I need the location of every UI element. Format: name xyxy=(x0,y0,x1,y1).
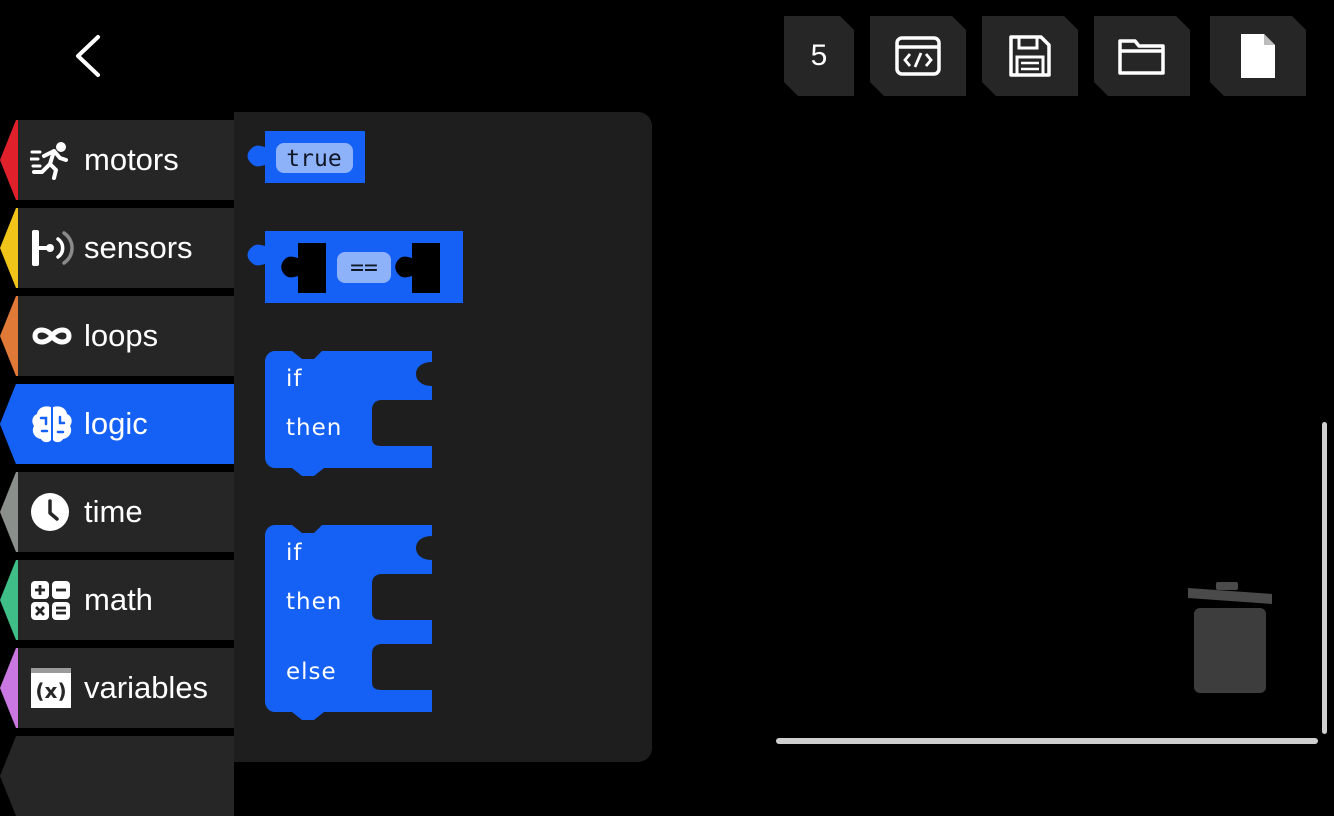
category-logic[interactable]: logic xyxy=(0,384,234,464)
category-label: sensors xyxy=(84,230,193,265)
category-sensors[interactable]: sensors xyxy=(0,208,234,288)
category-color-strip xyxy=(0,208,18,288)
code-window-icon xyxy=(894,35,942,77)
clock-icon xyxy=(31,493,69,531)
new-file-icon xyxy=(1238,31,1278,81)
variable-icon: (x) xyxy=(31,668,71,708)
code-view-button[interactable] xyxy=(870,16,966,96)
category-math[interactable]: math xyxy=(0,560,234,640)
category-label: logic xyxy=(84,406,148,441)
then-label: then xyxy=(286,589,342,615)
compare-operator: == xyxy=(350,255,378,281)
chevron-left-icon xyxy=(76,35,100,77)
category-color-strip xyxy=(0,472,18,552)
category-loops[interactable]: loops xyxy=(0,296,234,376)
category-color-strip xyxy=(0,648,18,728)
else-label: else xyxy=(286,659,337,685)
new-file-button[interactable] xyxy=(1210,16,1306,96)
sensor-icon xyxy=(32,230,74,266)
floppy-disk-icon xyxy=(1007,33,1053,79)
folder-icon xyxy=(1117,35,1167,77)
then-label: then xyxy=(286,415,342,441)
horizontal-scrollbar[interactable] xyxy=(776,738,1318,744)
save-button[interactable] xyxy=(982,16,1078,96)
trash-icon xyxy=(1188,582,1272,693)
category-label: loops xyxy=(84,318,159,353)
true-value: true xyxy=(286,146,341,172)
category-color-strip xyxy=(0,384,18,464)
category-variables[interactable]: (x) variables xyxy=(0,648,234,728)
category-time[interactable]: time xyxy=(0,472,234,552)
if-label: if xyxy=(286,540,303,566)
block-count: 5 xyxy=(810,39,828,72)
if-label: if xyxy=(286,366,303,392)
compare-block[interactable]: == xyxy=(247,231,464,303)
category-color-strip xyxy=(0,296,18,376)
category-color-strip xyxy=(0,120,18,200)
trash-can[interactable] xyxy=(1186,578,1276,698)
if-then-block[interactable]: if then xyxy=(265,351,432,476)
category-color-strip xyxy=(0,560,18,640)
running-person-icon xyxy=(30,142,68,180)
category-label: variables xyxy=(84,670,209,705)
open-folder-button[interactable] xyxy=(1094,16,1190,96)
brain-icon xyxy=(32,406,72,443)
infinity-icon xyxy=(32,327,72,345)
vertical-scrollbar[interactable] xyxy=(1322,422,1327,734)
category-bg xyxy=(0,736,234,816)
svg-text:(x): (x) xyxy=(35,679,66,703)
block-flyout: true == if then if then else xyxy=(234,112,652,762)
category-motors[interactable]: motors xyxy=(0,120,234,200)
flyout-blocks: true == if then if then else xyxy=(247,131,464,720)
category-label: math xyxy=(84,582,153,617)
back-button[interactable] xyxy=(62,28,118,84)
category-label: motors xyxy=(84,142,179,177)
category-label: time xyxy=(84,494,143,529)
block-count-badge: 5 xyxy=(784,16,854,96)
calculator-icon xyxy=(31,581,70,620)
if-then-else-block[interactable]: if then else xyxy=(265,525,432,720)
category-more[interactable] xyxy=(0,736,234,816)
boolean-true-block[interactable]: true xyxy=(247,131,366,183)
